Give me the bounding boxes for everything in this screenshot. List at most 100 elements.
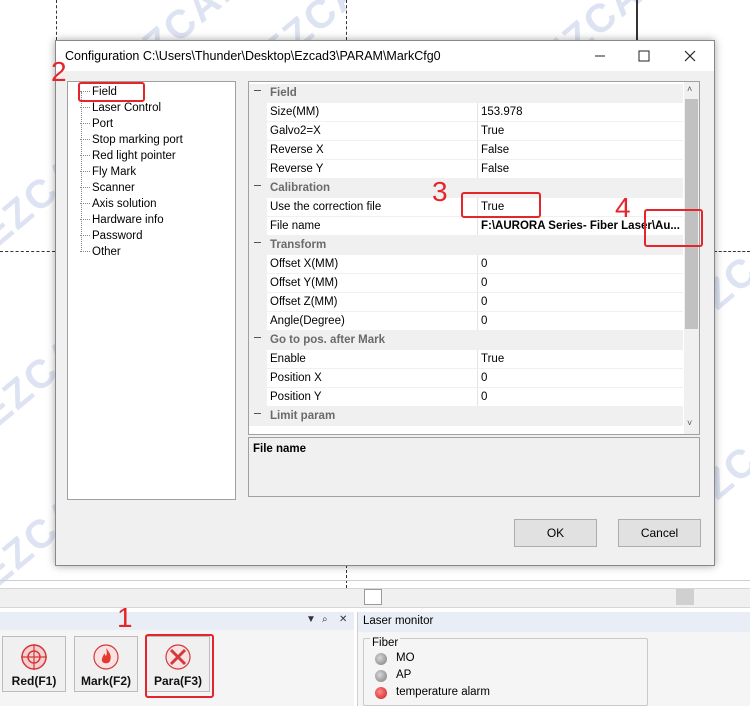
tree-item-label: Password	[92, 230, 143, 242]
grid-vertical-scrollbar[interactable]: ˄ ˅	[684, 82, 699, 434]
red-button[interactable]: Red(F1)	[2, 636, 66, 692]
property-description: File name	[248, 437, 700, 497]
property-value[interactable]: 0	[481, 372, 681, 384]
panel-header: Laser monitor	[358, 612, 750, 632]
tree-item-label: Red light pointer	[92, 150, 176, 162]
property-row[interactable]: Offset Z(MM) 0	[249, 293, 683, 312]
collapse-icon[interactable]	[254, 413, 261, 414]
property-value[interactable]: True	[481, 353, 681, 365]
scroll-up-icon[interactable]: ˄	[687, 84, 692, 94]
led-label: AP	[396, 669, 412, 681]
property-name: Offset X(MM)	[270, 258, 339, 270]
laser-monitor-panel: Laser monitor Fiber MO AP temperature al…	[357, 612, 750, 706]
property-row[interactable]: Enable True	[249, 350, 683, 369]
scroll-thumb-secondary[interactable]	[676, 589, 694, 605]
led-label: MO	[396, 652, 415, 664]
panel-title: Laser monitor	[363, 615, 434, 627]
scroll-thumb[interactable]	[364, 589, 382, 605]
collapse-icon[interactable]	[254, 185, 261, 186]
property-value[interactable]: 0	[481, 277, 681, 289]
property-name: Angle(Degree)	[270, 315, 345, 327]
tree-item-label: Scanner	[92, 182, 135, 194]
property-row[interactable]: Reverse X False	[249, 141, 683, 160]
category-label: Field	[270, 87, 297, 99]
tree-item-axis-solution[interactable]: Axis solution	[80, 198, 157, 210]
category-label: Go to pos. after Mark	[270, 334, 386, 346]
tree-item-label: Hardware info	[92, 214, 164, 226]
annotation-box	[145, 634, 214, 698]
settings-tree: Field Laser Control Port Stop marking po…	[67, 81, 236, 500]
tree-item-label: Stop marking port	[92, 134, 183, 146]
close-icon[interactable]: ✕	[339, 614, 347, 625]
property-value[interactable]: False	[481, 163, 681, 175]
category-label: Limit param	[270, 410, 336, 422]
property-value[interactable]: 153.978	[481, 106, 681, 118]
status-led-icon	[375, 670, 387, 682]
tree-item-scanner[interactable]: Scanner	[80, 182, 135, 194]
property-value[interactable]: False	[481, 144, 681, 156]
tree-item-other[interactable]: Other	[80, 246, 121, 258]
property-row[interactable]: Offset X(MM) 0	[249, 255, 683, 274]
category-transform[interactable]: Transform	[249, 236, 683, 255]
tree-item-stop-marking-port[interactable]: Stop marking port	[80, 134, 183, 146]
category-label: Transform	[270, 239, 327, 251]
property-row[interactable]: Offset Y(MM) 0	[249, 274, 683, 293]
scroll-down-icon[interactable]: ˅	[687, 418, 692, 428]
minimize-button[interactable]	[578, 41, 622, 71]
category-field[interactable]: Field	[249, 84, 683, 103]
dialog-title: Configuration C:\Users\Thunder\Desktop\E…	[65, 49, 441, 63]
close-icon	[684, 50, 696, 62]
group-title: Fiber	[370, 637, 401, 649]
guide-line-vertical	[346, 565, 347, 588]
tree-item-port[interactable]: Port	[80, 118, 113, 130]
dropdown-icon[interactable]: ▼	[306, 614, 316, 625]
collapse-icon[interactable]	[254, 242, 261, 243]
property-value[interactable]: True	[481, 125, 681, 137]
tree-item-laser-control[interactable]: Laser Control	[80, 102, 161, 114]
property-row[interactable]: Reverse Y False	[249, 160, 683, 179]
property-value[interactable]: 0	[481, 391, 681, 403]
guide-line-horizontal	[0, 580, 750, 581]
property-row[interactable]: Position Y 0	[249, 388, 683, 407]
property-value[interactable]: 0	[481, 315, 681, 327]
property-name: Offset Y(MM)	[270, 277, 338, 289]
configuration-dialog: Configuration C:\Users\Thunder\Desktop\E…	[55, 40, 715, 566]
tree-item-label: Fly Mark	[92, 166, 137, 178]
tree-item-red-light-pointer[interactable]: Red light pointer	[80, 150, 176, 162]
collapse-icon[interactable]	[254, 90, 261, 91]
led-label: temperature alarm	[396, 686, 490, 698]
annotation-number: 3	[432, 176, 448, 207]
property-name: Enable	[270, 353, 306, 365]
tree-item-hardware-info[interactable]: Hardware info	[80, 214, 164, 226]
cancel-button[interactable]: Cancel	[618, 519, 701, 547]
red-button-label: Red(F1)	[11, 674, 57, 688]
minimize-icon	[595, 55, 605, 57]
alarm-led-icon	[375, 687, 387, 699]
mark-button[interactable]: Mark(F2)	[74, 636, 138, 692]
property-value[interactable]: 0	[481, 258, 681, 270]
close-button[interactable]	[668, 41, 712, 71]
property-value[interactable]: 0	[481, 296, 681, 308]
ok-button[interactable]: OK	[514, 519, 597, 547]
property-row[interactable]: Galvo2=X True	[249, 122, 683, 141]
tree-item-fly-mark[interactable]: Fly Mark	[80, 166, 136, 178]
collapse-icon[interactable]	[254, 337, 261, 338]
tree-item-password[interactable]: Password	[80, 230, 143, 242]
property-name: Reverse Y	[270, 163, 324, 175]
property-name: Galvo2=X	[270, 125, 321, 137]
maximize-button[interactable]	[622, 41, 666, 71]
property-row[interactable]: Size(MM) 153.978	[249, 103, 683, 122]
category-limit-param[interactable]: Limit param	[249, 407, 683, 426]
horizontal-scrollbar[interactable]	[0, 588, 750, 608]
annotation-box	[644, 209, 703, 247]
annotation-number: 2	[51, 56, 67, 87]
pin-icon[interactable]: ⌕	[322, 614, 328, 625]
property-row[interactable]: Position X 0	[249, 369, 683, 388]
category-goto[interactable]: Go to pos. after Mark	[249, 331, 683, 350]
property-name: Reverse X	[270, 144, 324, 156]
category-label: Calibration	[270, 182, 331, 194]
tree-item-label: Port	[92, 118, 114, 130]
annotation-box	[78, 82, 145, 102]
panel-header: ▼ ⌕ ✕	[0, 612, 354, 630]
property-row[interactable]: Angle(Degree) 0	[249, 312, 683, 331]
